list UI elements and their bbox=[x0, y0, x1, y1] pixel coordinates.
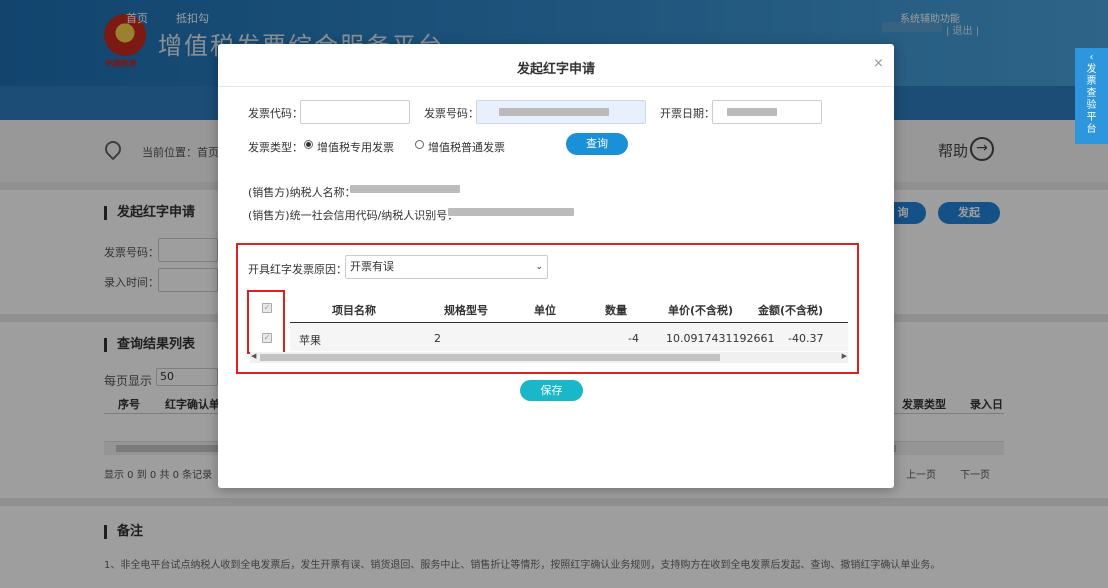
invoice-code-input[interactable] bbox=[300, 100, 410, 124]
cell-spec: 2 bbox=[434, 332, 441, 345]
close-icon[interactable]: × bbox=[873, 56, 884, 71]
chevron-down-icon: ⌄ bbox=[535, 262, 543, 272]
issue-date-input[interactable] bbox=[712, 100, 822, 124]
scrollbar-thumb[interactable] bbox=[260, 354, 720, 361]
invoice-verify-label: 发票查验平台 bbox=[1086, 64, 1097, 135]
red-invoice-dialog: 发起红字申请 × 发票代码： 发票号码： 开票日期： 发票类型： 增值税专用发票… bbox=[218, 44, 894, 488]
cell-qty: -4 bbox=[628, 332, 639, 345]
issue-date-label: 开票日期： bbox=[660, 107, 715, 120]
seller-id-label: (销售方)统一社会信用代码/纳税人识别号： bbox=[248, 209, 459, 222]
reason-select[interactable]: 开票有误 ⌄ bbox=[345, 255, 548, 279]
col-unit: 单位 bbox=[534, 304, 556, 317]
col-qty: 数量 bbox=[605, 304, 627, 317]
invoice-number-label: 发票号码： bbox=[424, 107, 479, 120]
scroll-left-icon[interactable]: ◀ bbox=[251, 352, 256, 360]
col-unit-price: 单价(不含税) bbox=[668, 304, 734, 317]
radio-ordinary-invoice[interactable] bbox=[415, 140, 424, 149]
scroll-right-icon[interactable]: ▶ bbox=[842, 352, 847, 360]
invoice-code-label: 发票代码： bbox=[248, 107, 303, 120]
col-amount: 金额(不含税) bbox=[758, 304, 824, 317]
cell-unit-price: 10.0917431192661 bbox=[666, 332, 775, 345]
reason-value: 开票有误 bbox=[350, 260, 394, 273]
seller-name-redacted bbox=[350, 185, 460, 193]
redacted-value bbox=[499, 108, 609, 116]
save-button[interactable]: 保存 bbox=[520, 380, 583, 401]
reason-label: 开具红字发票原因： bbox=[248, 263, 347, 276]
row-checkbox[interactable]: ✓ bbox=[262, 333, 272, 343]
col-item-name: 项目名称 bbox=[332, 304, 376, 317]
seller-id-redacted bbox=[448, 208, 574, 216]
invoice-type-label: 发票类型： bbox=[248, 141, 303, 154]
radio-ordinary-label: 增值税普通发票 bbox=[428, 141, 505, 154]
checkbox-highlight bbox=[247, 290, 285, 354]
cell-amount: -40.37 bbox=[788, 332, 824, 345]
dialog-divider bbox=[218, 86, 894, 87]
invoice-verify-tab[interactable]: ‹ 发票查验平台 bbox=[1075, 48, 1108, 144]
redacted-value bbox=[727, 108, 777, 116]
invoice-number-input[interactable] bbox=[476, 100, 646, 124]
cell-item-name: 苹果 bbox=[299, 334, 321, 347]
col-spec: 规格型号 bbox=[444, 304, 488, 317]
radio-special-invoice[interactable] bbox=[304, 140, 313, 149]
select-all-checkbox[interactable]: ✓ bbox=[262, 303, 272, 313]
chevron-left-icon: ‹ bbox=[1089, 52, 1094, 63]
seller-name-label: (销售方)纳税人名称： bbox=[248, 186, 356, 199]
dialog-title: 发起红字申请 bbox=[516, 62, 595, 77]
dialog-query-button[interactable]: 查询 bbox=[566, 133, 628, 155]
table-scrollbar[interactable]: ◀ ▶ bbox=[250, 352, 848, 363]
radio-special-label: 增值税专用发票 bbox=[317, 141, 394, 154]
